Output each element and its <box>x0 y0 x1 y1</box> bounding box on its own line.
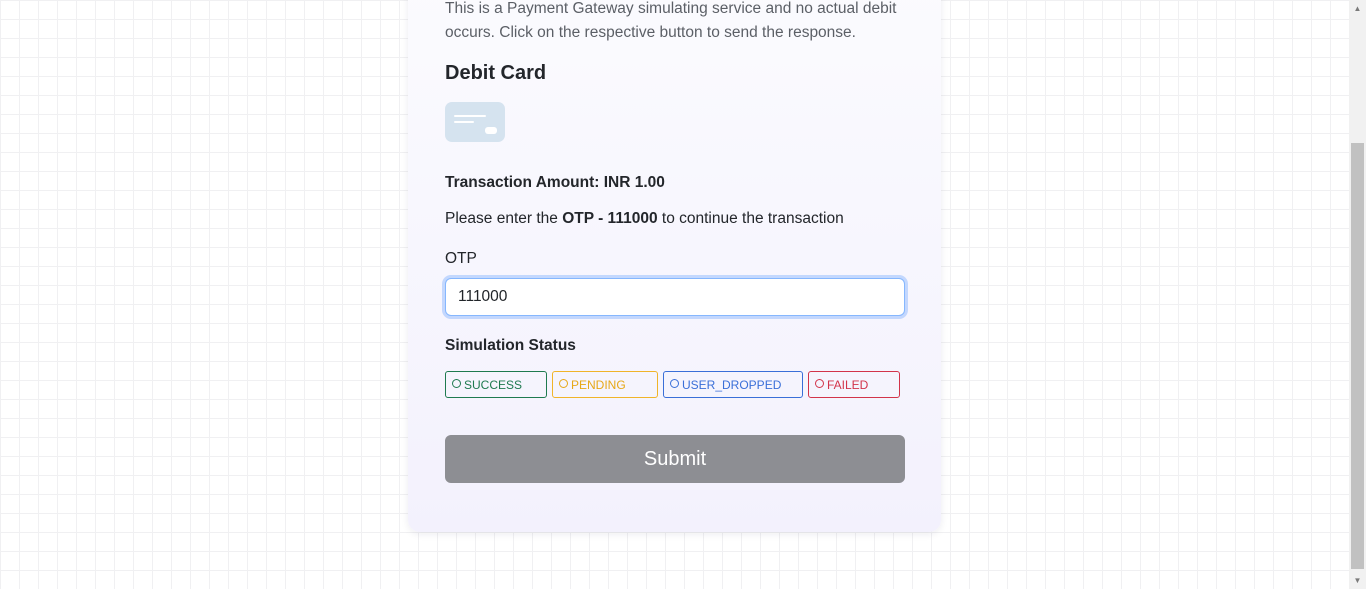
card-title: Debit Card <box>445 62 547 84</box>
otp-hint-suffix: to continue the transaction <box>657 210 844 227</box>
status-failed-button[interactable]: FAILED <box>808 371 900 398</box>
intro-text: This is a Payment Gateway simulating ser… <box>445 0 897 41</box>
amount-label: Transaction Amount: <box>445 174 604 191</box>
otp-hint-code: OTP - 111000 <box>562 210 658 227</box>
status-user-dropped-label: USER_DROPPED <box>682 377 782 392</box>
status-success-button[interactable]: SUCCESS <box>445 371 547 398</box>
radio-icon <box>559 379 568 388</box>
otp-input[interactable] <box>445 278 905 316</box>
otp-hint: Please enter the OTP - 111000 to continu… <box>445 210 844 228</box>
status-success-label: SUCCESS <box>464 377 523 392</box>
radio-icon <box>452 379 461 388</box>
status-user-dropped-button[interactable]: USER_DROPPED <box>663 371 803 398</box>
submit-button[interactable]: Submit <box>445 435 905 483</box>
simulation-status-options: SUCCESS PENDING USER_DROPPED FAILED <box>445 371 900 398</box>
amount-value: INR 1.00 <box>603 174 665 191</box>
otp-hint-prefix: Please enter the <box>445 210 563 227</box>
radio-icon <box>670 379 679 388</box>
simulation-status-label: Simulation Status <box>445 337 576 354</box>
otp-label: OTP <box>445 250 477 267</box>
status-pending-label: PENDING <box>571 377 626 392</box>
scrollbar-thumb[interactable] <box>1351 143 1364 569</box>
transaction-amount: Transaction Amount: INR 1.00 <box>445 174 665 192</box>
status-pending-button[interactable]: PENDING <box>552 371 658 398</box>
vertical-scrollbar[interactable]: ▲ ▼ <box>1349 0 1366 589</box>
status-failed-label: FAILED <box>827 377 869 392</box>
scroll-up-icon[interactable]: ▲ <box>1349 0 1366 17</box>
scroll-down-icon[interactable]: ▼ <box>1349 572 1366 589</box>
radio-icon <box>815 379 824 388</box>
payment-card: This is a Payment Gateway simulating ser… <box>408 0 941 532</box>
credit-card-icon <box>445 102 505 142</box>
